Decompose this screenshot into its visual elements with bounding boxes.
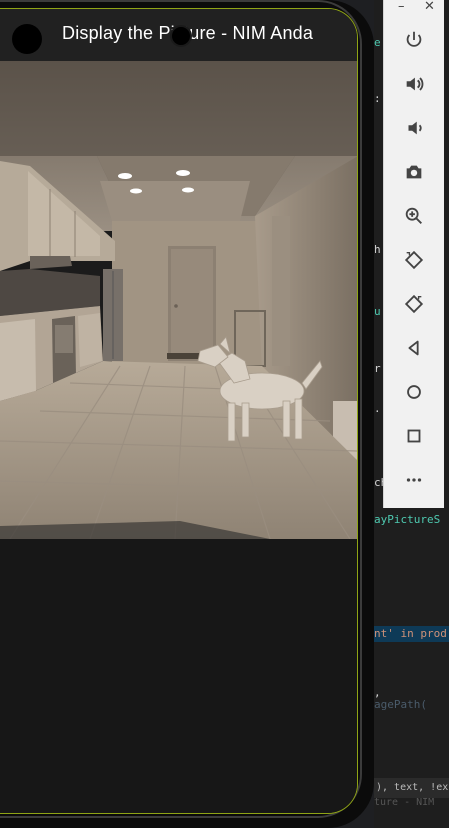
rotate-right-icon bbox=[404, 294, 424, 314]
zoom-icon bbox=[405, 207, 422, 224]
volume-up-button[interactable] bbox=[394, 64, 434, 104]
editor-line: u bbox=[374, 305, 381, 318]
editor-line: r bbox=[374, 362, 381, 375]
app-bar: Display the Picture - NIM Anda bbox=[0, 9, 357, 61]
camera-icon bbox=[406, 165, 422, 179]
back-icon bbox=[408, 340, 419, 356]
editor-line: ayPictureS bbox=[374, 513, 441, 526]
editor-line: . bbox=[374, 402, 381, 415]
displayed-picture bbox=[0, 61, 357, 539]
empty-content-area bbox=[0, 539, 357, 813]
overview-icon bbox=[407, 429, 421, 443]
volume-down-button[interactable] bbox=[394, 108, 434, 148]
rotate-left-icon bbox=[404, 250, 424, 270]
emulator-toolbar: – ✕ bbox=[383, 0, 444, 508]
front-camera-icon bbox=[12, 24, 42, 54]
overview-button[interactable] bbox=[394, 416, 434, 456]
editor-line: agePath( bbox=[374, 698, 427, 711]
minimize-button[interactable]: – bbox=[398, 0, 405, 16]
power-button[interactable] bbox=[394, 20, 434, 60]
power-icon bbox=[406, 31, 422, 47]
zoom-button[interactable] bbox=[394, 196, 434, 236]
editor-line: h bbox=[374, 243, 381, 256]
home-button[interactable] bbox=[394, 372, 434, 412]
volume-down-icon bbox=[408, 121, 422, 135]
editor-line: : bbox=[374, 92, 381, 105]
editor-hint: ), text, !exclude bbox=[374, 778, 449, 798]
back-button[interactable] bbox=[394, 328, 434, 368]
phone-screen: Display the Picture - NIM Anda bbox=[0, 8, 358, 814]
volume-up-icon bbox=[406, 77, 424, 91]
editor-line: nt' in prod bbox=[374, 627, 447, 640]
close-button[interactable]: ✕ bbox=[424, 0, 435, 16]
phone-frame: Display the Picture - NIM Anda bbox=[0, 0, 374, 828]
screenshot-button[interactable] bbox=[394, 152, 434, 192]
rotate-right-button[interactable] bbox=[394, 284, 434, 324]
editor-line: ture - NIM bbox=[374, 797, 435, 808]
more-button[interactable] bbox=[394, 460, 434, 500]
more-icon bbox=[406, 478, 422, 482]
editor-line: e bbox=[374, 36, 381, 49]
rotate-left-button[interactable] bbox=[394, 240, 434, 280]
punch-hole-camera-icon bbox=[170, 25, 192, 47]
kitchen-room-image bbox=[0, 61, 357, 539]
home-icon bbox=[407, 385, 421, 399]
